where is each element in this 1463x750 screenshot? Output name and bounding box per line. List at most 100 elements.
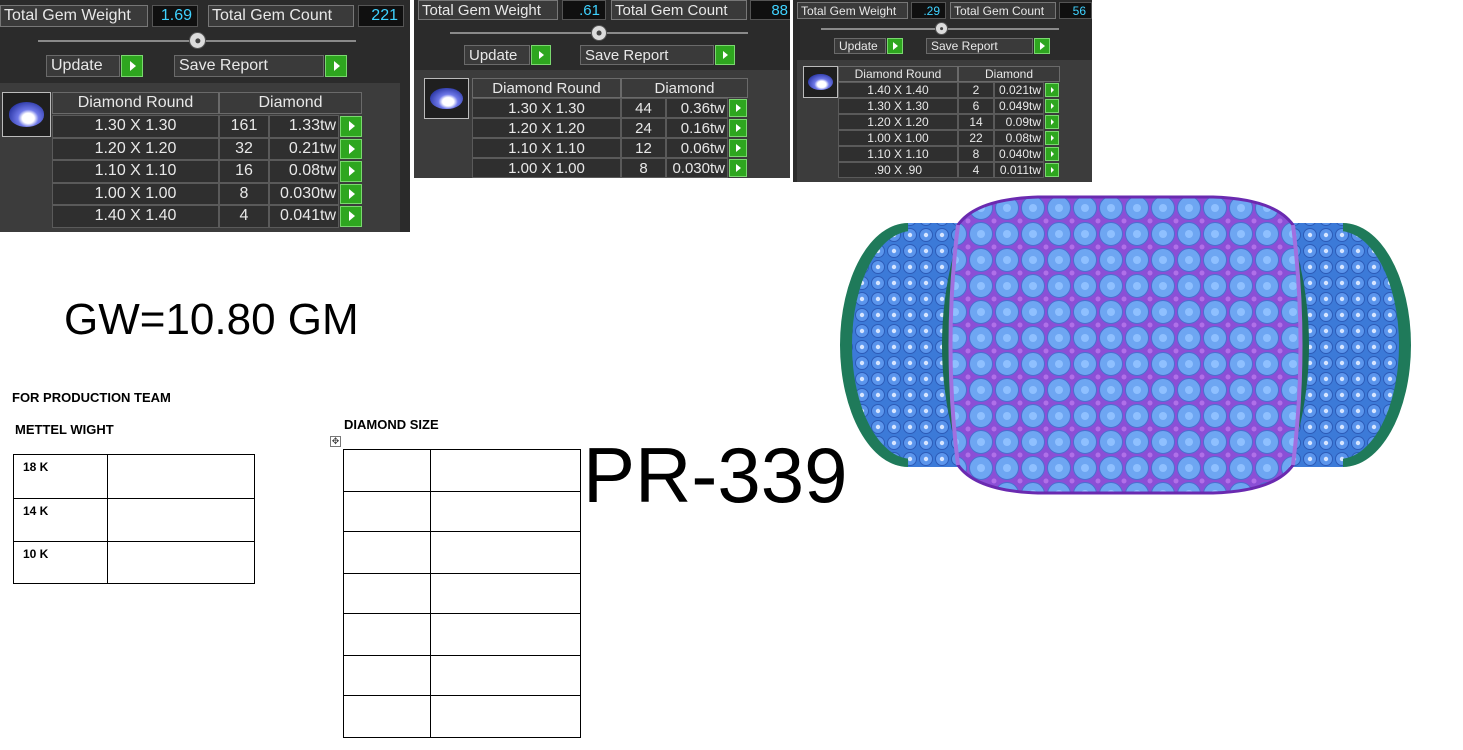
gem-size-cell: 1.30 X 1.30 — [52, 115, 219, 138]
diamond-qty-cell[interactable] — [430, 449, 581, 492]
slider-handle[interactable] — [935, 22, 948, 35]
row-go-button[interactable] — [729, 159, 747, 177]
update-button[interactable]: Update — [46, 55, 120, 77]
table-row — [343, 531, 581, 574]
save-report-go-button[interactable] — [715, 45, 735, 65]
gross-weight-text: GW=10.80 GM — [64, 295, 359, 344]
gem-weight-cell: 0.030tw — [269, 182, 339, 205]
gem-size-cell: 1.20 X 1.20 — [472, 118, 621, 138]
col-header-shape: Diamond Round — [52, 92, 219, 114]
row-go-button[interactable] — [340, 206, 362, 227]
metal-karat-cell: 18 K — [13, 454, 108, 499]
diamond-size-cell[interactable] — [343, 531, 431, 574]
save-report-button[interactable]: Save Report — [580, 45, 714, 65]
slider-handle[interactable] — [591, 25, 607, 41]
update-button[interactable]: Update — [834, 38, 886, 54]
row-go-button[interactable] — [1045, 99, 1059, 113]
update-go-button[interactable] — [531, 45, 551, 65]
diamond-qty-cell[interactable] — [430, 613, 581, 656]
ring-render-image — [840, 195, 1411, 495]
design-code-text: PR-339 — [583, 431, 848, 519]
diamond-size-table — [343, 449, 581, 738]
row-go-button[interactable] — [1045, 147, 1059, 161]
save-report-go-button[interactable] — [325, 55, 347, 77]
gem-size-cell: 1.40 X 1.40 — [838, 82, 958, 98]
total-gem-count-value: 56 — [1059, 2, 1092, 19]
total-gem-weight-value: .29 — [911, 2, 946, 19]
gem-round-icon — [2, 92, 51, 137]
gem-count-cell: 8 — [958, 146, 994, 162]
row-go-button[interactable] — [340, 138, 362, 159]
table-row: 18 K — [13, 454, 255, 499]
row-go-button[interactable] — [340, 116, 362, 137]
col-header-shape: Diamond Round — [838, 66, 958, 82]
update-button[interactable]: Update — [464, 45, 530, 65]
row-go-button[interactable] — [729, 119, 747, 137]
total-gem-count-value: 88 — [750, 0, 790, 20]
total-gem-weight-label: Total Gem Weight — [0, 5, 148, 27]
gem-weight-cell: 0.021tw — [994, 82, 1044, 98]
col-header-diamond: Diamond — [219, 92, 362, 114]
update-go-button[interactable] — [121, 55, 143, 77]
col-header-diamond: Diamond — [621, 78, 748, 98]
row-go-button[interactable] — [1045, 115, 1059, 129]
table-row — [343, 573, 581, 614]
row-go-button[interactable] — [1045, 83, 1059, 97]
production-team-label: FOR PRODUCTION TEAM — [12, 390, 171, 405]
row-go-button[interactable] — [1045, 163, 1059, 177]
total-gem-count-label: Total Gem Count — [611, 0, 747, 20]
metal-weight-cell[interactable] — [107, 498, 255, 542]
gem-count-cell: 32 — [219, 137, 269, 160]
diamond-qty-cell[interactable] — [430, 573, 581, 614]
gem-round-icon — [803, 66, 838, 98]
update-go-button[interactable] — [887, 38, 903, 54]
diamond-qty-cell[interactable] — [430, 531, 581, 574]
total-gem-count-label: Total Gem Count — [208, 5, 354, 27]
ring-center-barrel — [948, 195, 1303, 495]
row-go-button[interactable] — [729, 139, 747, 157]
save-report-button[interactable]: Save Report — [926, 38, 1033, 54]
diamond-qty-cell[interactable] — [430, 655, 581, 696]
table-row: 10 K — [13, 541, 255, 584]
move-handle-icon[interactable]: ✥ — [330, 436, 341, 447]
diamond-qty-cell[interactable] — [430, 695, 581, 738]
save-report-go-button[interactable] — [1034, 38, 1050, 54]
metal-karat-cell: 14 K — [13, 498, 108, 542]
gem-count-cell: 6 — [958, 98, 994, 114]
table-row — [343, 655, 581, 696]
gem-size-cell: 1.00 X 1.00 — [52, 182, 219, 205]
diamond-size-cell[interactable] — [343, 695, 431, 738]
total-gem-weight-label: Total Gem Weight — [797, 2, 908, 19]
gem-count-cell: 16 — [219, 160, 269, 183]
col-header-diamond: Diamond — [958, 66, 1060, 82]
gem-count-cell: 24 — [621, 118, 666, 138]
gem-report-panel-3: Total Gem Weight .29 Total Gem Count 56 … — [793, 0, 1092, 182]
gem-size-cell: 1.10 X 1.10 — [52, 160, 219, 183]
col-header-shape: Diamond Round — [472, 78, 621, 98]
save-report-button[interactable]: Save Report — [174, 55, 324, 77]
diamond-qty-cell[interactable] — [430, 491, 581, 532]
diamond-size-cell[interactable] — [343, 613, 431, 656]
row-go-button[interactable] — [340, 161, 362, 182]
slider-handle[interactable] — [189, 32, 206, 49]
gem-weight-cell: 0.040tw — [994, 146, 1044, 162]
gem-weight-cell: 0.06tw — [666, 138, 728, 158]
diamond-size-cell[interactable] — [343, 449, 431, 492]
metal-weight-label: METTEL WIGHT — [15, 422, 114, 437]
gem-weight-cell: 0.21tw — [269, 137, 339, 160]
table-row — [343, 491, 581, 532]
row-go-button[interactable] — [729, 99, 747, 117]
diamond-size-cell[interactable] — [343, 491, 431, 532]
total-gem-count-label: Total Gem Count — [950, 2, 1056, 19]
metal-weight-cell[interactable] — [107, 541, 255, 584]
gem-size-cell: 1.10 X 1.10 — [472, 138, 621, 158]
diamond-size-cell[interactable] — [343, 655, 431, 696]
metal-weight-cell[interactable] — [107, 454, 255, 499]
row-go-button[interactable] — [340, 183, 362, 204]
gem-weight-cell: 1.33tw — [269, 115, 339, 138]
row-go-button[interactable] — [1045, 131, 1059, 145]
table-row: 14 K — [13, 498, 255, 542]
diamond-size-cell[interactable] — [343, 573, 431, 614]
gem-count-cell: 4 — [958, 162, 994, 178]
diamond-size-label: DIAMOND SIZE — [344, 417, 439, 432]
